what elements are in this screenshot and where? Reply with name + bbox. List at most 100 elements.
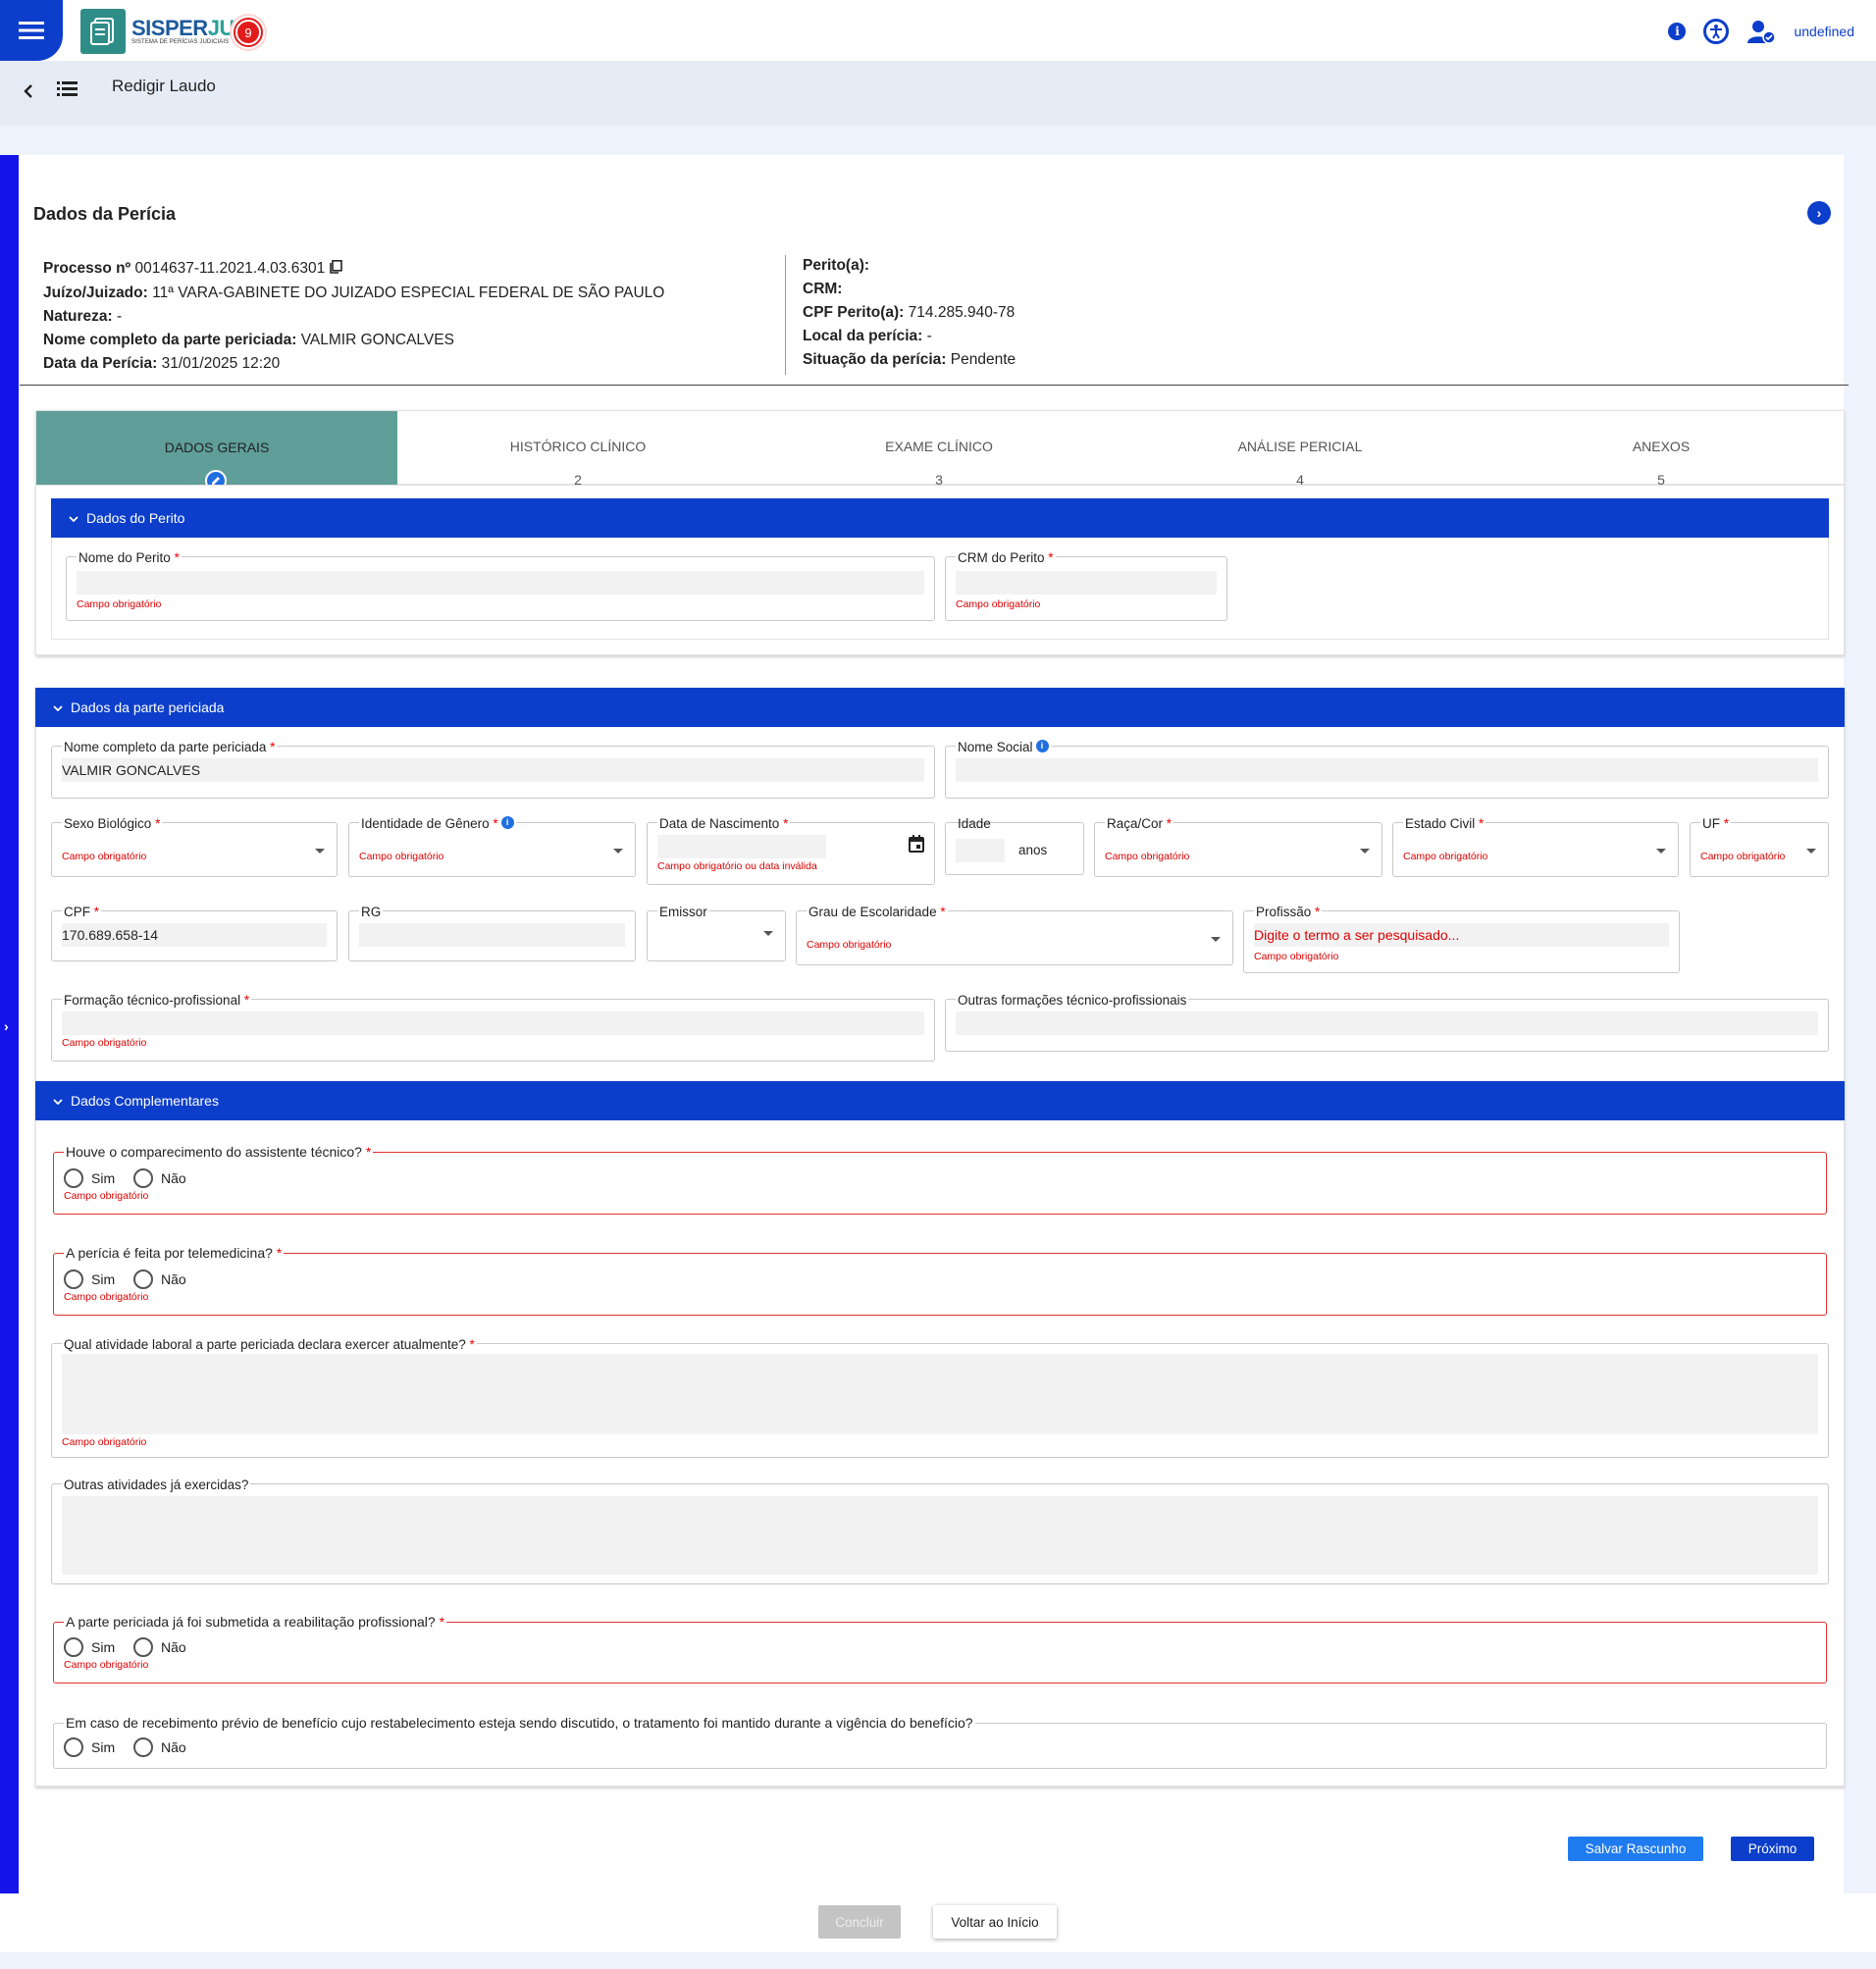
radio-nao[interactable]: Não [133, 1737, 186, 1757]
q-assistente-tecnico: Houve o comparecimento do assistente téc… [53, 1144, 1827, 1215]
radio-nao[interactable]: Não [133, 1637, 186, 1657]
step-analise-pericial[interactable]: ANÁLISE PERICIAL 4 [1120, 411, 1481, 488]
idade-field[interactable]: Idade anos [945, 816, 1084, 875]
user-name[interactable]: undefined [1794, 24, 1854, 39]
expert-line: Perito(a): [803, 257, 870, 274]
dropdown-caret-icon [763, 931, 773, 936]
dropdown-caret-icon [1656, 849, 1666, 854]
outras-formacoes-input[interactable] [956, 1011, 1818, 1035]
radio-sim[interactable]: Sim [64, 1269, 115, 1289]
court-line: Juízo/Juizado: 11ª VARA-GABINETE DO JUIZ… [43, 285, 665, 301]
outras-formacoes-field[interactable]: Outras formações técnico-profissionais [945, 993, 1829, 1052]
outras-atividades-field[interactable]: Outras atividades já exercidas? [51, 1477, 1829, 1584]
logo-mark-icon [80, 9, 126, 54]
estado-civil-select[interactable]: Estado Civil * Campo obrigatório [1392, 816, 1679, 877]
location-line: Local da perícia: - [803, 328, 932, 344]
nome-completo-input[interactable]: VALMIR GONCALVES [62, 758, 924, 782]
profissao-input[interactable]: Digite o termo a ser pesquisado... [1254, 923, 1669, 947]
header-title: Redigir Laudo [112, 77, 216, 95]
app-logo[interactable]: SISPERJUD SISTEMA DE PERÍCIAS JUDICIAIS [80, 8, 250, 55]
raca-cor-select[interactable]: Raça/Cor * Campo obrigatório [1094, 816, 1382, 877]
crm-perito-field[interactable]: CRM do Perito * Campo obrigatório [945, 550, 1227, 621]
menu-icon [19, 22, 44, 39]
data-nascimento-field[interactable]: Data de Nascimento * Campo obrigatório o… [647, 816, 935, 885]
nome-social-field[interactable]: Nome Social i [945, 740, 1829, 799]
dropdown-caret-icon [315, 849, 325, 854]
next-arrow-button[interactable]: › [1807, 201, 1831, 225]
back-to-start-button[interactable]: Voltar ao Início [933, 1905, 1057, 1939]
q-reabilitacao: A parte periciada já foi submetida a rea… [53, 1614, 1827, 1684]
atividade-laboral-field[interactable]: Qual atividade laboral a parte periciada… [51, 1337, 1829, 1458]
dropdown-caret-icon [613, 849, 623, 854]
side-drawer-toggle[interactable]: › [0, 155, 19, 1893]
grau-escolaridade-select[interactable]: Grau de Escolaridade * Campo obrigatório [796, 905, 1233, 965]
uf-select[interactable]: UF * Campo obrigatório [1690, 816, 1829, 877]
info-separator [20, 385, 1849, 386]
cpf-input[interactable]: 170.689.658-14 [62, 923, 327, 947]
copy-icon[interactable] [329, 258, 342, 282]
nome-perito-input[interactable] [77, 571, 924, 595]
back-chevron-icon[interactable] [22, 80, 35, 108]
radio-nao[interactable]: Não [133, 1168, 186, 1188]
profissao-field[interactable]: Profissão * Digite o termo a ser pesquis… [1243, 905, 1680, 973]
sub-header: Redigir Laudo [0, 61, 1876, 126]
info-divider [785, 255, 786, 375]
emissor-select[interactable]: Emissor [647, 905, 786, 961]
parte-section-header[interactable]: Dados da parte periciada [35, 688, 1845, 727]
expert-cpf-line: CPF Perito(a): 714.285.940-78 [803, 304, 1016, 321]
calendar-icon[interactable] [909, 835, 924, 857]
nome-perito-field[interactable]: Nome do Perito * Campo obrigatório [66, 550, 935, 621]
info-icon[interactable]: i [500, 816, 514, 829]
identidade-genero-select[interactable]: Identidade de Gênero * i Campo obrigatóri… [348, 816, 636, 877]
cpf-field[interactable]: CPF * 170.689.658-14 [51, 905, 338, 961]
stepper: DADOS GERAIS HISTÓRICO CLÍNICO 2 EXAME C… [35, 410, 1845, 492]
save-draft-button[interactable]: Salvar Rascunho [1568, 1837, 1703, 1861]
step-exame-clinico[interactable]: EXAME CLÍNICO 3 [758, 411, 1120, 488]
nome-completo-field[interactable]: Nome completo da parte periciada * VALMI… [51, 740, 935, 799]
step-historico-clinico[interactable]: HISTÓRICO CLÍNICO 2 [397, 411, 758, 488]
notification-badge[interactable]: 9 [232, 16, 265, 49]
formacao-tecnica-field[interactable]: Formação técnico-profissional * Campo ob… [51, 993, 935, 1062]
crm-perito-input[interactable] [956, 571, 1217, 595]
radio-sim[interactable]: Sim [64, 1737, 115, 1757]
page-title: Dados da Perícia [33, 204, 177, 224]
info-icon[interactable]: i [1668, 23, 1687, 40]
formacao-tecnica-input[interactable] [62, 1011, 924, 1035]
process-number-line: Processo nº 0014637-11.2021.4.03.6301 [43, 257, 664, 282]
sexo-biologico-select[interactable]: Sexo Biológico * Campo obrigatório [51, 816, 338, 877]
radio-sim[interactable]: Sim [64, 1637, 115, 1657]
rg-field[interactable]: RG [348, 905, 636, 961]
party-name-line: Nome completo da parte periciada: VALMIR… [43, 332, 454, 348]
chevron-down-icon [53, 700, 63, 715]
step-dados-gerais[interactable]: DADOS GERAIS [36, 411, 397, 492]
dropdown-caret-icon [1360, 849, 1370, 854]
info-icon[interactable]: i [1035, 740, 1049, 752]
radio-nao[interactable]: Não [133, 1269, 186, 1289]
chevron-right-icon: › [4, 1018, 9, 1034]
crm-line: CRM: [803, 281, 843, 297]
rg-input[interactable] [359, 923, 625, 947]
idade-input[interactable] [956, 839, 1005, 862]
dropdown-caret-icon [1806, 849, 1816, 854]
outras-atividades-textarea[interactable] [62, 1496, 1818, 1575]
complementares-section-header[interactable]: Dados Complementares [35, 1081, 1845, 1120]
user-account-icon[interactable] [1746, 18, 1777, 45]
atividade-laboral-textarea[interactable] [62, 1354, 1818, 1434]
data-nascimento-input[interactable] [657, 835, 826, 858]
chevron-down-icon [69, 510, 78, 526]
conclude-button[interactable]: Concluir [818, 1905, 901, 1939]
process-info-right: Perito(a): CRM: CPF Perito(a): 714.285.9… [803, 254, 1016, 372]
radio-sim[interactable]: Sim [64, 1168, 115, 1188]
status-line: Situação da perícia: Pendente [803, 351, 1016, 368]
top-right-actions: i undefined [1668, 18, 1854, 45]
hamburger-menu-button[interactable] [0, 0, 63, 61]
process-info-left: Processo nº 0014637-11.2021.4.03.6301 Ju… [43, 257, 664, 376]
next-button[interactable]: Próximo [1731, 1837, 1814, 1861]
step-anexos[interactable]: ANEXOS 5 [1481, 411, 1842, 488]
top-bar [0, 0, 1876, 61]
chevron-down-icon [53, 1093, 63, 1109]
nome-social-input[interactable] [956, 758, 1818, 782]
accessibility-icon[interactable] [1703, 19, 1730, 44]
list-icon[interactable] [57, 78, 78, 103]
perito-section-header[interactable]: Dados do Perito [51, 498, 1829, 538]
